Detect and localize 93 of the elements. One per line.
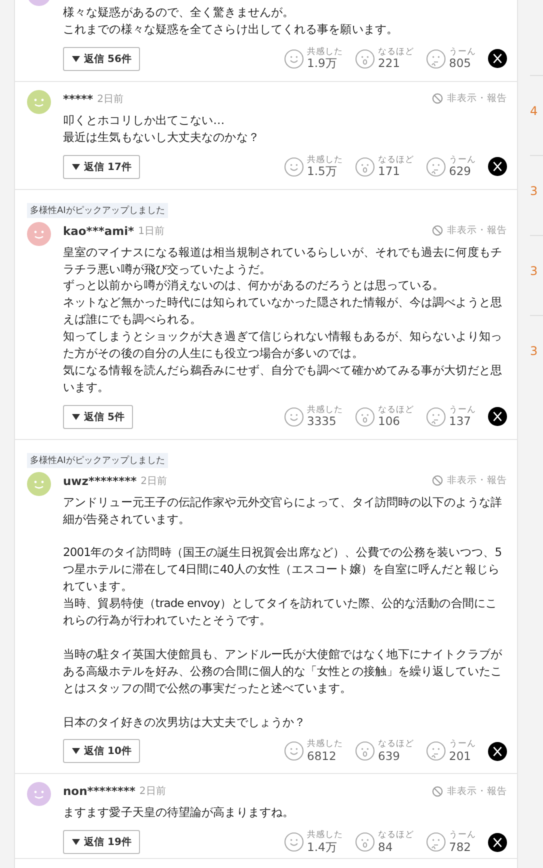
reaction-count: 84 [378, 842, 394, 854]
replies-button[interactable]: 返信 10件 [63, 739, 140, 764]
author-name[interactable]: uwz******** [63, 474, 137, 488]
comment-text: 2001年のタイ訪問時（国王の誕生日祝賀会出席など）、公費での公務を装いつつ、5つ星ホテルに滞在して4日間に40人の女性（エスコート嬢）を自室に呼んだと報じられています。 [63, 544, 503, 596]
ban-icon [432, 786, 443, 797]
surprised-face-icon[interactable] [355, 48, 375, 69]
reaction-label: 共感した [307, 156, 343, 164]
author-name[interactable]: ***** [63, 92, 94, 106]
replies-button[interactable]: 返信 17件 [63, 154, 140, 179]
thinking-face-icon[interactable] [426, 48, 446, 69]
thinking-face-icon[interactable] [426, 741, 446, 762]
count-number: 3 [530, 344, 538, 358]
comment-text: 知ってしまうとショックが大き過ぎて信じられない情報もあるが、知らないより知った方がその後の自分の人生にも役立つ場合が多いのでは。 [63, 328, 503, 362]
reaction-label: 共感した [307, 406, 343, 414]
author-name[interactable]: kao***ami* [63, 224, 134, 238]
comment-text: これまでの様々な疑惑を全てさらけ出してくれる事を願います。 [63, 20, 399, 38]
reaction-count: 221 [378, 58, 401, 70]
comment-text: 様々な疑惑があるので、全く驚きませんが。 [63, 4, 296, 21]
smile-face-icon[interactable] [284, 406, 304, 427]
count-number: 3 [530, 184, 538, 198]
reaction-label: 共感した [307, 48, 343, 56]
reaction-count: 6812 [307, 750, 338, 762]
smile-face-icon[interactable] [284, 832, 304, 852]
caret-icon [72, 56, 80, 62]
reaction-label: 共感した [307, 831, 343, 840]
post-time: 2日前 [140, 474, 167, 488]
surprised-face-icon[interactable] [355, 156, 375, 177]
reaction-count: 1.4万 [307, 842, 338, 854]
reaction-count: 639 [378, 750, 401, 762]
ban-icon [432, 93, 443, 104]
comment-text: アンドリュー元王子の伝記作家や元外交官らによって、タイ訪問時の以下のような詳細が告発されています。 [63, 494, 503, 528]
reaction-label: うーん [449, 406, 476, 414]
share-x-icon[interactable] [488, 832, 507, 852]
smile-face-icon[interactable] [284, 741, 304, 762]
comment-text: ますます愛子天皇の待望論が高まりますね。 [63, 804, 296, 822]
count-number: 4 [530, 104, 538, 118]
reaction-count: 629 [449, 166, 472, 178]
reaction-label: うーん [449, 831, 476, 840]
caret-icon [72, 748, 80, 754]
count-number: 3 [530, 264, 538, 278]
comment-text: ずっと以前から噂が消えないのは、何かがあるのだろうとは思っている。 [63, 277, 446, 294]
thinking-face-icon[interactable] [426, 156, 446, 177]
caret-icon [72, 839, 80, 846]
reaction-label: なるほど [378, 740, 414, 749]
reaction-label: うーん [449, 740, 476, 749]
smile-face-icon[interactable] [284, 48, 304, 69]
comment-text: 日本のタイ好きの次男坊は大丈夫でしょうか？ [63, 714, 307, 730]
comment-text: 当時、貿易特使（trade envoy）としてタイを訪れていた際、公的な活動の合間にこれらの行為が行われていたとそうです。 [63, 595, 498, 630]
reaction-count: 805 [449, 58, 472, 70]
caret-icon [72, 414, 80, 420]
surprised-face-icon[interactable] [355, 832, 375, 852]
reaction-count: 201 [449, 750, 472, 762]
replies-button[interactable]: 返信 19件 [63, 830, 140, 854]
reaction-count: 3335 [307, 416, 338, 428]
replies-button[interactable]: 返信 56件 [63, 46, 140, 71]
replies-button[interactable]: 返信 5件 [63, 404, 134, 429]
comment-text: 気になる情報を読んだら鵜呑みにせず、自分でも調べて確かめてみる事が大切だと思います。 [63, 362, 503, 396]
ai-pick-badge: 多様性AIがピックアップしました [27, 452, 168, 468]
ban-icon [432, 475, 443, 486]
reaction-label: なるほど [378, 48, 414, 56]
reaction-count: 1.9万 [307, 58, 338, 70]
reaction-label: 共感した [307, 740, 343, 749]
reaction-count: 171 [378, 166, 401, 178]
caret-icon [72, 164, 80, 170]
comment-text: 叩くとホコリしか出てこない… [63, 112, 226, 129]
author-name[interactable]: non******** [63, 784, 136, 798]
post-time: 2日前 [97, 92, 124, 106]
share-x-icon[interactable] [488, 742, 507, 761]
reaction-count: 1.5万 [307, 166, 338, 178]
reaction-count: 137 [449, 416, 472, 428]
comment-text: 皇室のマイナスになる報道は相当規制されているらしいが、それでも過去に何度もチラチラ悪い噂が飛び交っていたようだ。 [63, 244, 503, 278]
share-x-icon[interactable] [488, 407, 507, 426]
reaction-count: 782 [449, 842, 472, 854]
ban-icon [432, 225, 443, 236]
share-x-icon[interactable] [488, 49, 507, 68]
reaction-label: なるほど [378, 406, 414, 414]
reaction-label: うーん [449, 48, 476, 56]
reaction-label: なるほど [378, 156, 414, 164]
thinking-face-icon[interactable] [426, 832, 446, 852]
reaction-label: うーん [449, 156, 476, 164]
comment-text: ネットなど無かった時代には知られていなかった隠された情報が、今は調べようと思えば誰にでも調べられる。 [63, 294, 503, 328]
post-time: 2日前 [139, 785, 166, 798]
surprised-face-icon[interactable] [355, 741, 375, 762]
comment-text: 最近は生気もないし大丈夫なのかな？ [63, 128, 260, 146]
ai-pick-badge: 多様性AIがピックアップしました [27, 202, 168, 218]
smile-face-icon[interactable] [284, 156, 304, 177]
thinking-face-icon[interactable] [426, 406, 446, 427]
share-x-icon[interactable] [488, 157, 507, 176]
reaction-label: なるほど [378, 831, 414, 840]
comment-text: 当時の駐タイ英国大使館員も、アンドルー氏が大使館ではなく地下にナイトクラブがある高級ホテルを好み、公務の合間に個人的な「女性との接触」を繰り返していたことはスタッフの間で公然の事実だったと述べています。 [63, 646, 503, 697]
surprised-face-icon[interactable] [355, 406, 375, 427]
reaction-count: 106 [378, 416, 401, 428]
post-time: 1日前 [138, 224, 164, 238]
